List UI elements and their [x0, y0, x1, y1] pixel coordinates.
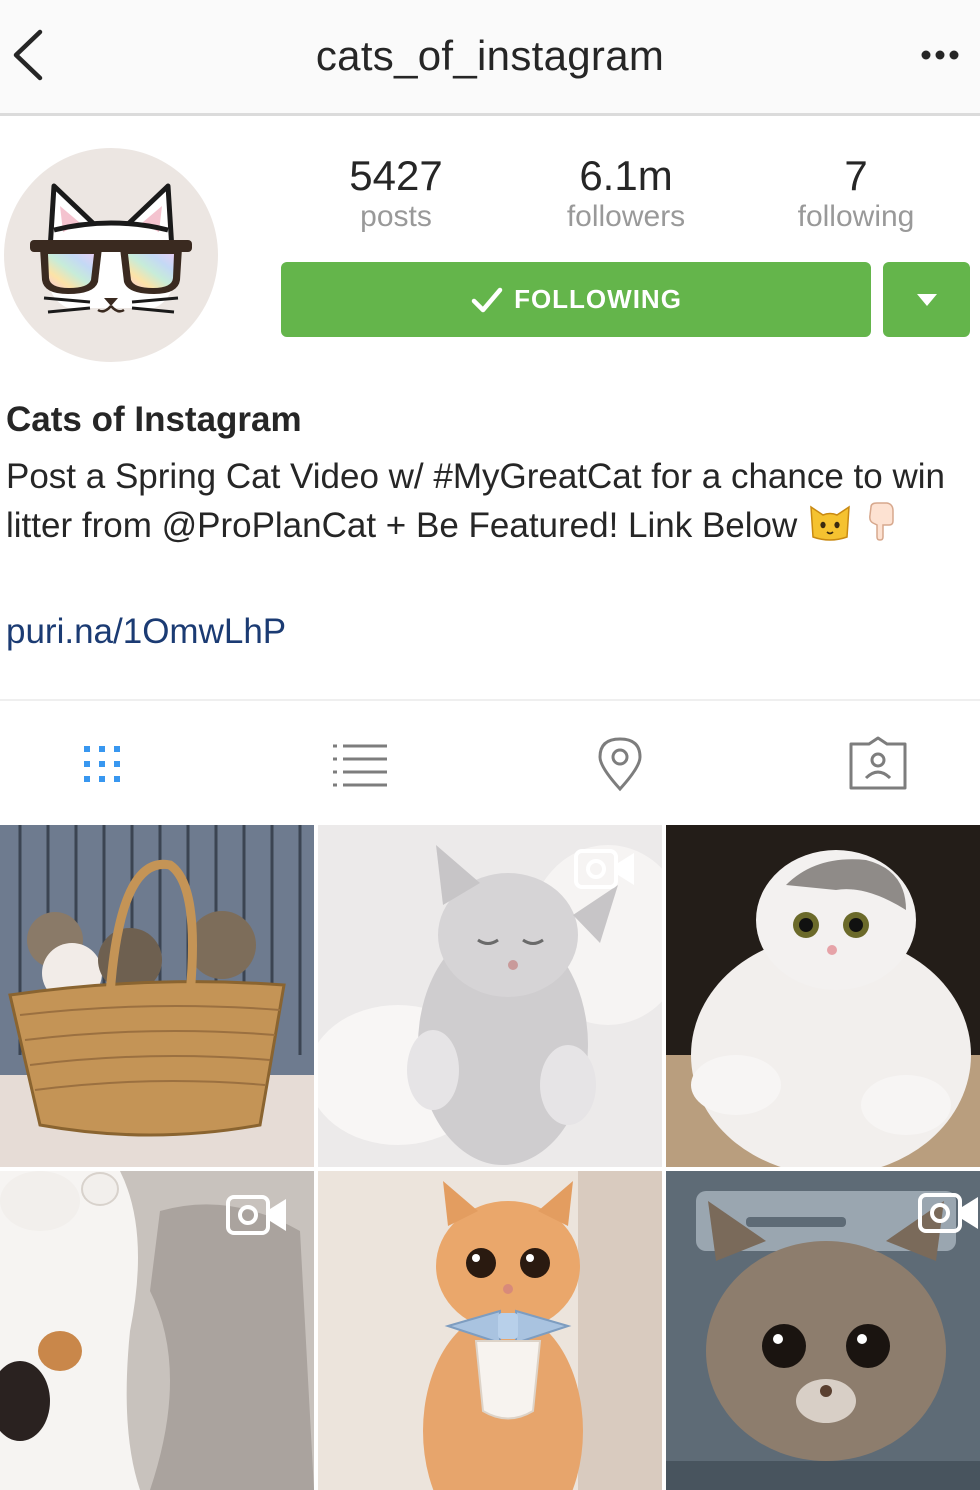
tagged-photos-icon: [849, 736, 907, 790]
post-thumbnail[interactable]: [0, 825, 314, 1167]
more-options-button[interactable]: [918, 40, 962, 70]
followers-count: 6.1m: [579, 152, 673, 199]
post-thumbnail[interactable]: [666, 1171, 980, 1490]
posts-count: 5427: [349, 152, 443, 199]
tab-grid-view[interactable]: [70, 732, 134, 796]
profile-stats: 5427 posts 6.1m followers 7 following: [280, 152, 972, 242]
caret-down-icon: [916, 293, 937, 306]
post-thumbnail[interactable]: [318, 1171, 662, 1490]
page-title: cats_of_instagram: [315, 32, 665, 79]
profile-bio: Post a Spring Cat Video w/ #MyGreatCat f…: [6, 452, 976, 554]
post-thumbnail[interactable]: [666, 825, 980, 1167]
scottish-fold-kitten-photo: [666, 825, 980, 1167]
tab-list-view[interactable]: [328, 732, 392, 796]
pointing-down-hand-emoji-icon: [863, 501, 897, 554]
cat-face-emoji-icon: [807, 501, 853, 554]
posts-label: posts: [360, 200, 432, 233]
following-button-label: FOLLOWING: [514, 284, 682, 314]
posts-stat[interactable]: 5427 posts: [281, 152, 511, 234]
bio-text: Post a Spring Cat Video w/ #MyGreatCat f…: [6, 457, 945, 545]
section-divider: [0, 699, 980, 701]
following-button[interactable]: FOLLOWING: [281, 262, 871, 337]
post-thumbnail[interactable]: [318, 825, 662, 1167]
post-thumbnail[interactable]: [0, 1171, 314, 1490]
tab-photo-map[interactable]: [588, 732, 652, 796]
grid-icon: [84, 746, 120, 782]
profile-view-tabs: [0, 702, 980, 822]
kittens-in-basket-photo: [0, 825, 314, 1167]
profile-name: Cats of Instagram: [6, 400, 302, 439]
cat-sunglasses-logo: [30, 183, 192, 314]
profile-avatar[interactable]: [4, 148, 218, 362]
tab-tagged-photos[interactable]: [846, 732, 910, 796]
more-dots-icon: [921, 50, 959, 60]
list-icon: [333, 744, 387, 787]
video-camera-icon: [918, 1193, 978, 1233]
video-camera-icon: [226, 1195, 286, 1235]
followers-stat[interactable]: 6.1m followers: [511, 152, 741, 234]
posts-grid: [0, 822, 980, 1490]
following-label: following: [797, 200, 915, 233]
top-nav-bar: cats_of_instagram: [0, 0, 980, 116]
following-count: 7: [844, 152, 868, 199]
suggested-accounts-dropdown-button[interactable]: [883, 262, 970, 337]
orange-cat-bowtie-photo: [318, 1171, 662, 1490]
video-camera-icon: [574, 849, 634, 889]
location-pin-icon: [598, 737, 642, 792]
checkmark-icon: [471, 287, 503, 312]
profile-website-link[interactable]: puri.na/1OmwLhP: [6, 612, 286, 652]
followers-label: followers: [566, 200, 686, 233]
following-stat[interactable]: 7 following: [741, 152, 971, 234]
